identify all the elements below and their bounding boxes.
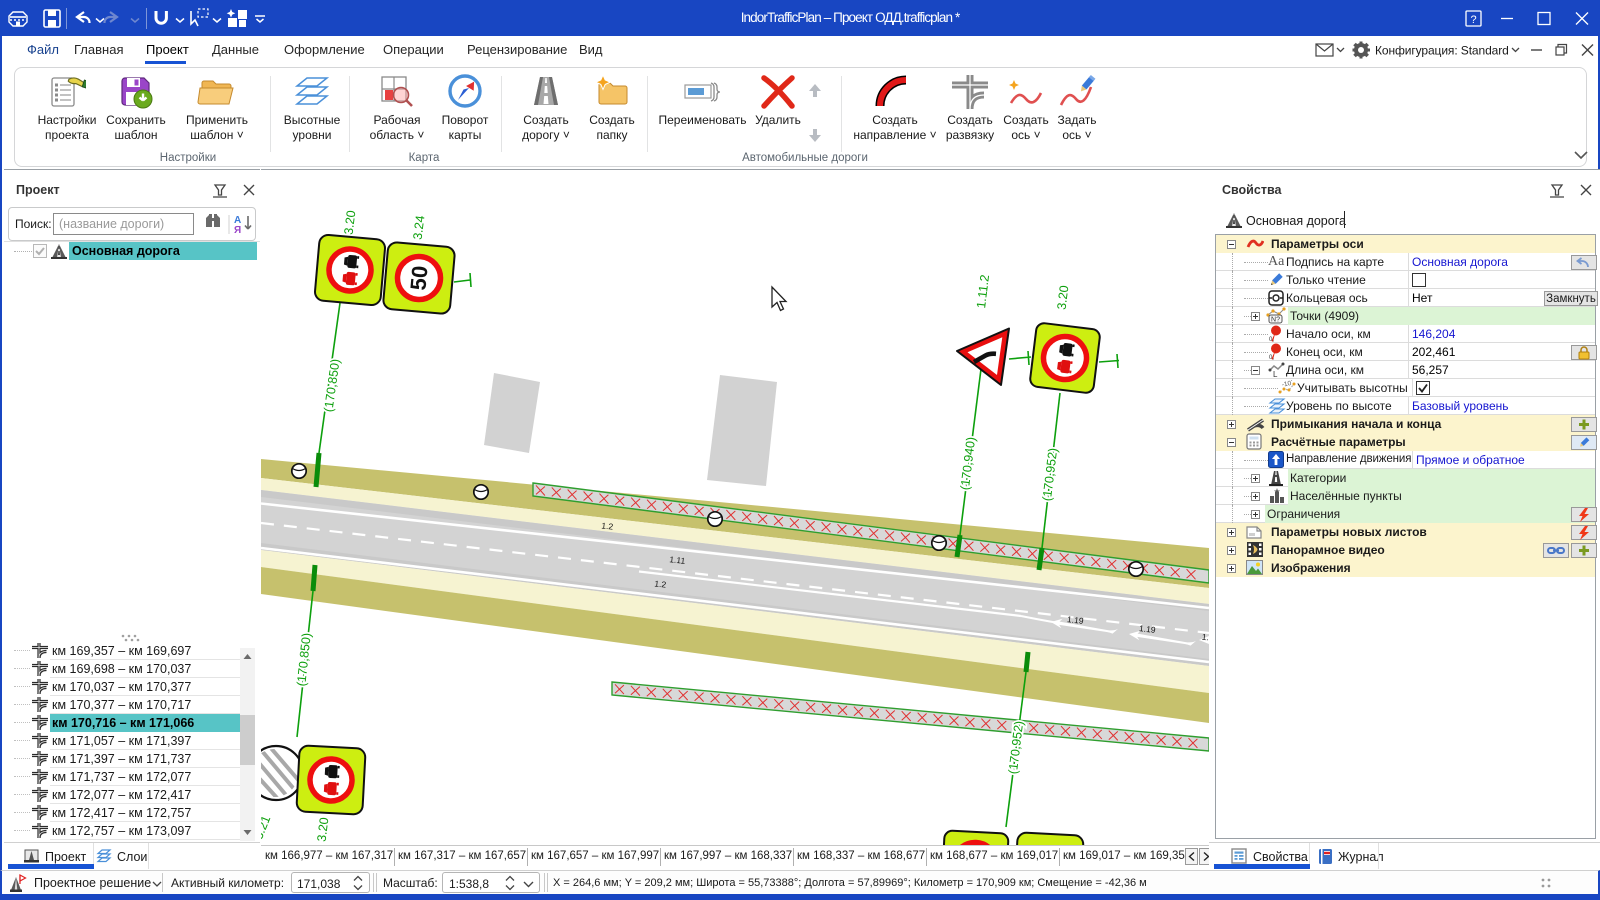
svg-text:1.2: 1.2	[601, 520, 614, 531]
svg-text:3.24: 3.24	[411, 215, 428, 241]
svg-text:(170,952): (170,952)	[1040, 447, 1060, 502]
svg-text:(170,850): (170,850)	[321, 358, 342, 413]
svg-text:0,: 0,	[1269, 337, 1274, 342]
svg-text:1.11: 1.11	[669, 554, 686, 566]
svg-text:?: ?	[1470, 14, 1476, 26]
svg-text:1.11.2: 1.11.2	[974, 274, 992, 309]
svg-text:3.20: 3.20	[315, 817, 332, 843]
svg-text:1.19: 1.19	[1139, 623, 1157, 635]
svg-text:1.2: 1.2	[654, 578, 667, 589]
svg-text:N?: N?	[1271, 317, 1280, 324]
svg-text:Конфигурация: Standard: Конфигурация: Standard	[1375, 44, 1509, 58]
svg-text:50: 50	[405, 265, 432, 292]
svg-text:(170,940): (170,940)	[958, 436, 978, 491]
svg-text:L: L	[1273, 370, 1278, 378]
svg-text:3.20: 3.20	[342, 210, 359, 236]
svg-text:(170,850): (170,850)	[294, 632, 314, 687]
svg-text:3.20: 3.20	[1055, 285, 1072, 311]
svg-text:1.19: 1.19	[1067, 614, 1085, 626]
svg-text:1.: 1.	[1201, 632, 1209, 643]
svg-text:3.21: 3.21	[261, 814, 273, 842]
svg-text:0,: 0,	[1269, 355, 1274, 360]
svg-text:-10´: -10´	[1281, 380, 1294, 389]
svg-text:Я: Я	[234, 225, 241, 236]
